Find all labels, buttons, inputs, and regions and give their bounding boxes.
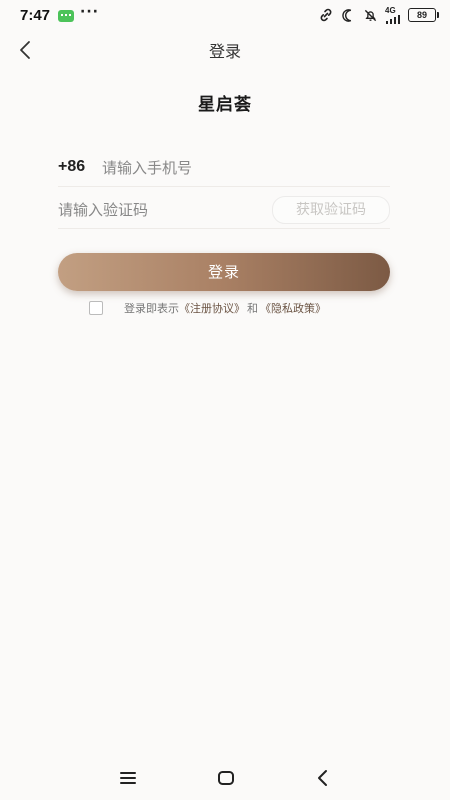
terms-link[interactable]: 《注册协议》 (179, 300, 245, 316)
phone-row: +86 (58, 150, 390, 187)
status-time: 7:47 (20, 7, 51, 24)
wechat-icon (58, 10, 74, 22)
link-icon (320, 8, 332, 22)
code-row: 获取验证码 (58, 192, 390, 229)
bell-off-icon (364, 9, 377, 21)
more-dots-icon: ··· (80, 4, 99, 20)
agreement-checkbox[interactable] (89, 301, 103, 315)
agreement-row: 登录即表示 《注册协议》 和 《隐私政策》 (89, 299, 326, 317)
signal-icon: 4G (385, 5, 401, 24)
page-title: 登录 (208, 42, 241, 61)
get-code-button[interactable]: 获取验证码 (272, 196, 390, 224)
battery-icon: 89 (408, 8, 439, 22)
brand-name: 星启荟 (198, 95, 252, 115)
verification-code-input[interactable] (58, 200, 258, 220)
agreement-and: 和 (247, 302, 258, 315)
status-icons: 4G 89 (318, 5, 439, 24)
menu-icon[interactable] (116, 766, 140, 790)
network-type: 4G (385, 5, 396, 15)
login-button[interactable]: 登录 (58, 253, 390, 291)
moon-icon (342, 8, 352, 22)
phone-input[interactable] (102, 158, 382, 178)
system-nav-bar (0, 760, 450, 796)
back-triangle-icon[interactable] (311, 766, 335, 790)
status-bar: 7:47 ··· 4G 89 (0, 0, 450, 32)
home-square-icon[interactable] (214, 766, 238, 790)
country-code[interactable]: +86 (58, 158, 85, 176)
agreement-text: 登录即表示 (124, 302, 179, 315)
privacy-link[interactable]: 《隐私政策》 (260, 300, 326, 316)
